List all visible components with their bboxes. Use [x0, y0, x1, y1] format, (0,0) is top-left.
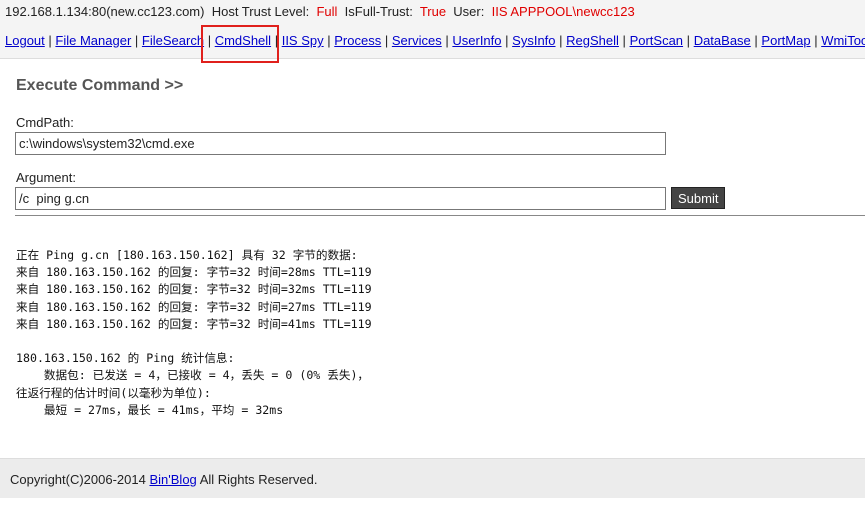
copyright-prefix: Copyright(C)2006-2014	[10, 472, 146, 487]
nav-item-process[interactable]: Process	[334, 33, 381, 48]
nav-separator: |	[754, 33, 758, 48]
nav-menu: Logout | File Manager | FileSearch | Cmd…	[5, 33, 865, 48]
nav-item-portscan[interactable]: PortScan	[630, 33, 683, 48]
nav-item-iis-spy[interactable]: IIS Spy	[282, 33, 324, 48]
full-trust-label: IsFull-Trust:	[344, 4, 413, 19]
trust-level-label: Host Trust Level:	[211, 4, 310, 19]
output-line: 来自 180.163.150.162 的回复: 字节=32 时间=27ms TT…	[16, 299, 372, 314]
output-line: 数据包: 已发送 = 4，已接收 = 4，丢失 = 0 (0% 丢失)，	[16, 368, 370, 383]
trust-level-value: Full	[316, 4, 338, 19]
full-trust-value: True	[419, 4, 447, 19]
submit-button[interactable]: Submit	[671, 187, 726, 209]
output-line: 来自 180.163.150.162 的回复: 字节=32 时间=32ms TT…	[16, 282, 372, 297]
user-value: IIS APPPOOL\newcc123	[491, 4, 635, 19]
cmdpath-label: CmdPath:	[16, 115, 74, 130]
cmdpath-input[interactable]	[15, 132, 666, 155]
nav-separator: |	[686, 33, 691, 48]
output-line: 来自 180.163.150.162 的回复: 字节=32 时间=41ms TT…	[16, 316, 372, 331]
nav-item-services[interactable]: Services	[392, 33, 442, 48]
nav-separator: |	[134, 33, 139, 48]
argument-label: Argument:	[16, 170, 76, 185]
nav-item-database[interactable]: DataBase	[694, 33, 751, 48]
nav-item-logout[interactable]: Logout	[5, 33, 45, 48]
output-line: 往返行程的估计时间(以毫秒为单位):	[16, 385, 211, 400]
nav-separator: |	[384, 33, 389, 48]
copyright-line: Copyright(C)2006-2014 Bin'Blog All Right…	[10, 472, 317, 487]
nav-separator: |	[48, 33, 52, 48]
command-output: 正在 Ping g.cn [180.163.150.162] 具有 32 字节的…	[16, 247, 372, 419]
nav-item-sysinfo[interactable]: SysInfo	[512, 33, 555, 48]
header-bar: 192.168.1.134:80(new.cc123.com) Host Tru…	[0, 0, 865, 63]
output-line: 来自 180.163.150.162 的回复: 字节=32 时间=28ms TT…	[16, 265, 372, 280]
nav-item-file-manager[interactable]: File Manager	[55, 33, 131, 48]
nav-item-userinfo[interactable]: UserInfo	[452, 33, 501, 48]
host-info-line: 192.168.1.134:80(new.cc123.com) Host Tru…	[5, 4, 635, 19]
nav-separator: |	[505, 33, 509, 48]
nav-separator: |	[445, 33, 449, 48]
nav-item-cmdshell[interactable]: CmdShell	[215, 33, 271, 48]
blog-link[interactable]: Bin'Blog	[149, 472, 196, 487]
host-address: 192.168.1.134:80(new.cc123.com)	[5, 4, 205, 19]
nav-separator: |	[207, 33, 212, 48]
output-line: 最短 = 27ms，最长 = 41ms，平均 = 32ms	[16, 402, 284, 417]
output-line: 正在 Ping g.cn [180.163.150.162] 具有 32 字节的…	[16, 248, 358, 262]
nav-item-regshell[interactable]: RegShell	[566, 33, 619, 48]
footer-bar: Copyright(C)2006-2014 Bin'Blog All Right…	[0, 458, 865, 498]
page-title: Execute Command >>	[16, 77, 184, 94]
copyright-suffix: All Rights Reserved.	[199, 472, 318, 487]
nav-separator: |	[327, 33, 331, 48]
output-line: 180.163.150.162 的 Ping 统计信息:	[16, 351, 235, 366]
nav-separator: |	[814, 33, 818, 48]
nav-separator: |	[274, 33, 279, 48]
nav-item-filesearch[interactable]: FileSearch	[142, 33, 204, 48]
nav-separator: |	[559, 33, 563, 48]
argument-input[interactable]	[15, 187, 666, 210]
nav-separator: |	[622, 33, 626, 48]
nav-item-wmitools[interactable]: WmiTools	[821, 33, 865, 48]
nav-item-portmap[interactable]: PortMap	[761, 33, 810, 48]
user-label: User:	[453, 4, 485, 19]
divider	[15, 215, 865, 216]
